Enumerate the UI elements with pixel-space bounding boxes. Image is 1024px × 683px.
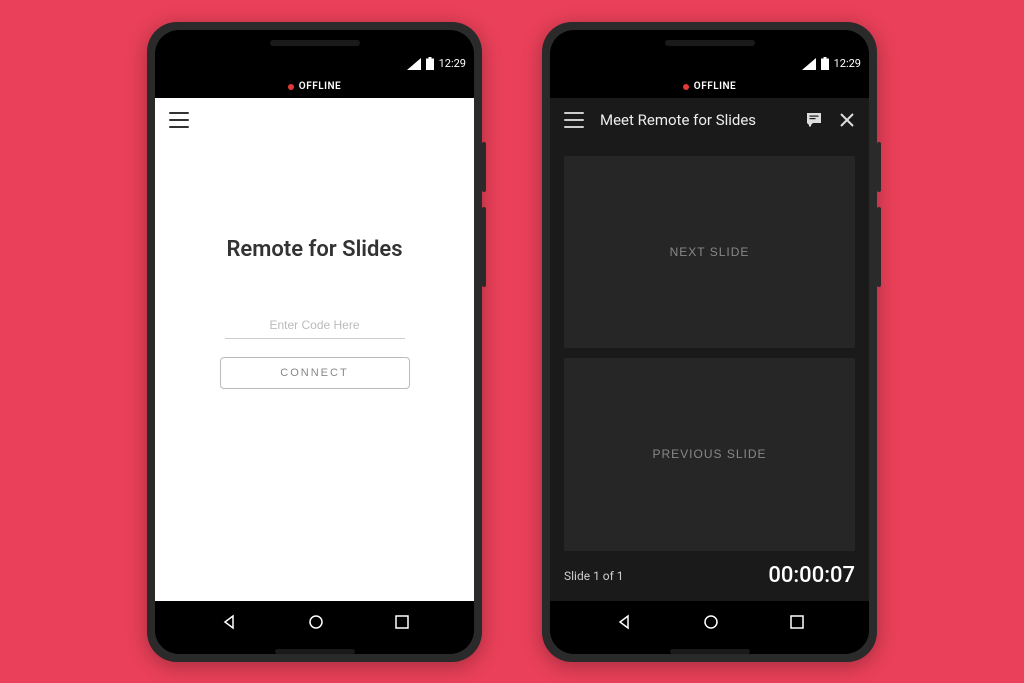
offline-dot-icon [288, 84, 294, 90]
android-nav-bar [155, 601, 474, 643]
status-time: 12:29 [834, 57, 861, 70]
status-bar: 12:29 [550, 52, 869, 76]
hamburger-icon[interactable] [169, 112, 189, 128]
offline-dot-icon [683, 84, 689, 90]
nav-recent-icon[interactable] [790, 615, 804, 629]
offline-label: OFFLINE [299, 81, 341, 92]
offline-bar: OFFLINE [550, 76, 869, 98]
signal-icon [802, 58, 816, 70]
previous-slide-button[interactable]: PREVIOUS SLIDE [564, 358, 855, 551]
phone-volume-button [482, 207, 486, 287]
slide-counter: Slide 1 of 1 [564, 569, 624, 583]
status-time: 12:29 [439, 57, 466, 70]
next-slide-button[interactable]: NEXT SLIDE [564, 156, 855, 349]
close-icon[interactable] [839, 112, 855, 128]
notes-icon[interactable] [805, 111, 823, 129]
phone-mockup-1: 12:29 OFFLINE Remote for Slides CONNECT [147, 22, 482, 662]
phone-mockup-2: 12:29 OFFLINE Meet Remote for Slides NEX [542, 22, 877, 662]
page-title: Meet Remote for Slides [600, 111, 789, 129]
code-input[interactable] [225, 312, 405, 339]
battery-icon [821, 57, 829, 70]
hamburger-icon[interactable] [564, 112, 584, 128]
timer: 00:00:07 [768, 563, 855, 588]
status-bar: 12:29 [155, 52, 474, 76]
nav-back-icon[interactable] [616, 614, 632, 630]
phone-volume-button [877, 207, 881, 287]
nav-home-icon[interactable] [703, 614, 719, 630]
app-title: Remote for Slides [226, 237, 402, 262]
phone-power-button [877, 142, 881, 192]
android-nav-bar [550, 601, 869, 643]
phone-bottom-speaker [275, 649, 355, 654]
signal-icon [407, 58, 421, 70]
connect-button[interactable]: CONNECT [220, 357, 410, 389]
nav-back-icon[interactable] [221, 614, 237, 630]
offline-label: OFFLINE [694, 81, 736, 92]
offline-bar: OFFLINE [155, 76, 474, 98]
phone-speaker [270, 40, 360, 46]
phone-bottom-speaker [670, 649, 750, 654]
phone-speaker [665, 40, 755, 46]
phone-power-button [482, 142, 486, 192]
nav-recent-icon[interactable] [395, 615, 409, 629]
battery-icon [426, 57, 434, 70]
nav-home-icon[interactable] [308, 614, 324, 630]
